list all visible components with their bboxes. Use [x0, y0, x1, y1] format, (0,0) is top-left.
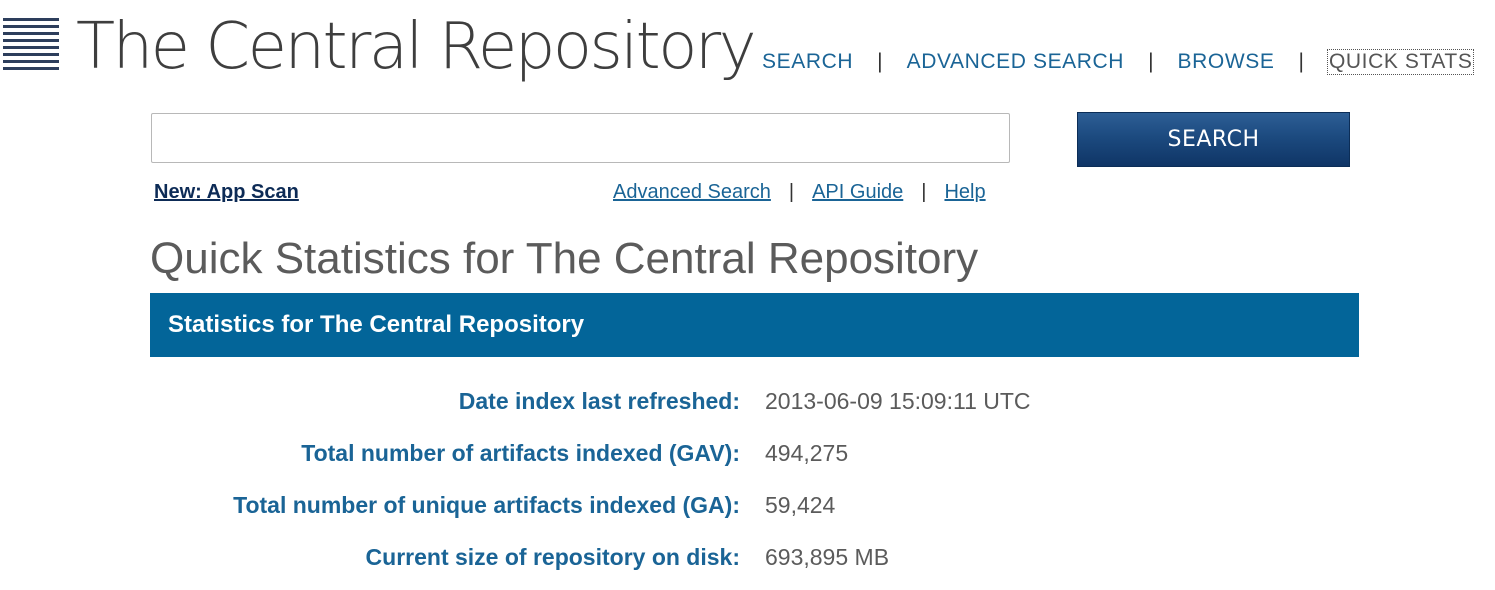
search-button[interactable]: SEARCH — [1077, 112, 1350, 167]
sub-link-separator: | — [921, 181, 927, 203]
nav-browse-link[interactable]: BROWSE — [1178, 50, 1275, 74]
nav-search-link[interactable]: SEARCH — [762, 50, 853, 74]
help-link[interactable]: Help — [944, 181, 985, 204]
stat-value: 494,275 — [765, 440, 849, 466]
api-guide-link[interactable]: API Guide — [812, 181, 903, 204]
stat-value: 2013-06-09 15:09:11 UTC — [765, 388, 1031, 414]
site-header: The Central Repository SEARCH | ADVANCED… — [0, 0, 1495, 100]
stat-label: Date index last refreshed: — [458, 388, 740, 414]
sub-link-separator: | — [788, 181, 795, 203]
nav-quick-stats-link[interactable]: QUICK STATS — [1326, 49, 1475, 75]
stat-label: Total number of artifacts indexed (GAV): — [301, 440, 740, 466]
stat-row-date-refreshed: Date index last refreshed: 2013-06-09 15… — [150, 386, 1359, 416]
nav-advanced-search-link[interactable]: ADVANCED SEARCH — [907, 50, 1124, 74]
search-input[interactable] — [151, 113, 1010, 163]
logo-text[interactable]: The Central Repository — [76, 4, 757, 90]
page-title: Quick Statistics for The Central Reposit… — [150, 234, 979, 283]
stat-value: 693,895 MB — [765, 544, 890, 570]
stat-value: 59,424 — [765, 492, 836, 518]
nav-separator: | — [877, 50, 883, 73]
stat-row-unique-artifacts-ga: Total number of unique artifacts indexed… — [150, 490, 1359, 520]
nav-separator: | — [1148, 50, 1154, 73]
stats-panel-heading: Statistics for The Central Repository — [150, 293, 1359, 357]
stacked-lines-logo-icon[interactable] — [3, 16, 59, 72]
top-nav: SEARCH | ADVANCED SEARCH | BROWSE | QUIC… — [762, 48, 1475, 76]
app-scan-link[interactable]: New: App Scan — [154, 181, 299, 204]
stat-label: Total number of unique artifacts indexed… — [233, 492, 740, 518]
stat-label: Current size of repository on disk: — [365, 544, 740, 570]
sub-links: Advanced Search | API Guide | Help — [613, 181, 986, 204]
stat-row-repository-size: Current size of repository on disk: 693,… — [150, 542, 1359, 572]
advanced-search-link[interactable]: Advanced Search — [613, 181, 771, 204]
nav-separator: | — [1298, 50, 1304, 73]
stat-row-artifacts-gav: Total number of artifacts indexed (GAV):… — [150, 438, 1359, 468]
